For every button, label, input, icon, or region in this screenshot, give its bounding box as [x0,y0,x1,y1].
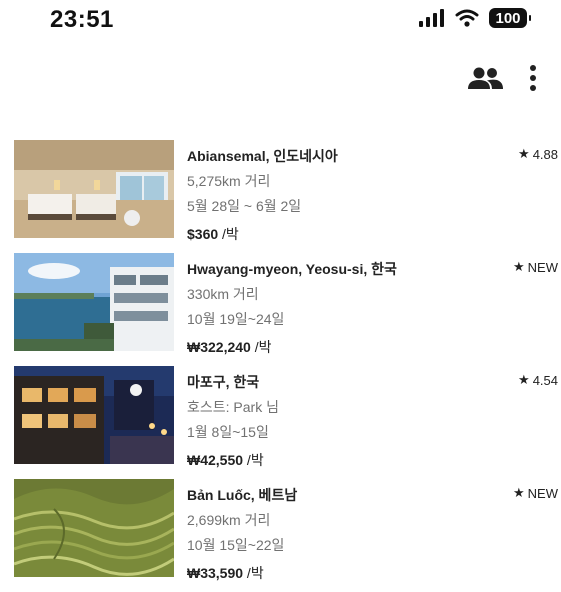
listing-distance: 330km 거리 [187,286,259,302]
rating-value: 4.54 [532,372,558,388]
star-icon: ★ [513,485,525,500]
listing-info: Abiansemal, 인도네시아 5,275km 거리 5월 28일 ~ 6월… [187,146,487,244]
listing-price: ₩42,550 /박 [187,450,487,470]
listing-photo[interactable] [14,366,174,464]
listing-rating: ★ 4.88 [518,146,558,162]
listing-rating: ★ NEW [513,485,558,501]
listing-title: Abiansemal, 인도네시아 [187,148,338,164]
listing-price: $360 /박 [187,224,487,244]
listing-info: Hwayang-myeon, Yeosu-si, 한국 330km 거리 10월… [187,259,487,357]
listing-rating: ★ 4.54 [518,372,558,388]
listing-distance: 2,699km 거리 [187,512,271,528]
wifi-icon [455,9,479,27]
star-icon: ★ [513,259,525,274]
listing-distance: 5,275km 거리 [187,173,271,189]
price-unit: /박 [250,339,272,355]
star-icon: ★ [518,372,530,387]
rating-value: NEW [527,485,558,501]
top-action-bar [467,64,537,92]
wishlist-listings: Abiansemal, 인도네시아 5,275km 거리 5월 28일 ~ 6월… [14,140,558,592]
listing-rating: ★ NEW [513,259,558,275]
star-icon: ★ [518,146,530,161]
price-unit: /박 [243,452,264,468]
price-unit: /박 [243,565,264,581]
price-amount: ₩322,240 [187,339,251,355]
listing-item[interactable]: Bản Luốc, 베트남 2,699km 거리 10월 15일~22일 ₩33… [14,479,558,592]
listing-info: 마포구, 한국 호스트: Park 님 1월 8일~15일 ₩42,550 /박 [187,372,487,470]
listing-item[interactable]: 마포구, 한국 호스트: Park 님 1월 8일~15일 ₩42,550 /박… [14,366,558,479]
listing-dates: 10월 19일~24일 [187,311,285,327]
listing-info: Bản Luốc, 베트남 2,699km 거리 10월 15일~22일 ₩33… [187,485,487,583]
listing-title: Hwayang-myeon, Yeosu-si, 한국 [187,261,397,277]
listing-price: ₩322,240 /박 [187,337,487,357]
listing-title: 마포구, 한국 [187,374,260,390]
status-time: 23:51 [50,6,114,33]
signal-icon [419,9,444,27]
listing-photo[interactable] [14,479,174,577]
status-bar: 23:51 100 [0,0,561,40]
price-amount: ₩33,590 [187,565,244,581]
listing-dates: 1월 8일~15일 [187,424,269,440]
price-unit: /박 [218,226,239,242]
listing-dates: 10월 15일~22일 [187,537,285,553]
listing-price: ₩33,590 /박 [187,563,487,583]
listing-host: 호스트: Park 님 [187,399,279,415]
listing-item[interactable]: Abiansemal, 인도네시아 5,275km 거리 5월 28일 ~ 6월… [14,140,558,253]
people-icon[interactable] [467,66,503,90]
price-amount: ₩42,550 [187,452,244,468]
more-options-icon[interactable] [529,64,537,92]
listing-photo[interactable] [14,140,174,238]
status-icons: 100 [419,8,531,28]
rating-value: 4.88 [532,146,558,162]
battery-level: 100 [495,9,521,27]
listing-dates: 5월 28일 ~ 6월 2일 [187,198,302,214]
battery-icon: 100 [489,8,531,28]
price-amount: $360 [187,226,219,242]
listing-title: Bản Luốc, 베트남 [187,487,298,503]
listing-item[interactable]: Hwayang-myeon, Yeosu-si, 한국 330km 거리 10월… [14,253,558,366]
rating-value: NEW [527,259,558,275]
listing-photo[interactable] [14,253,174,351]
